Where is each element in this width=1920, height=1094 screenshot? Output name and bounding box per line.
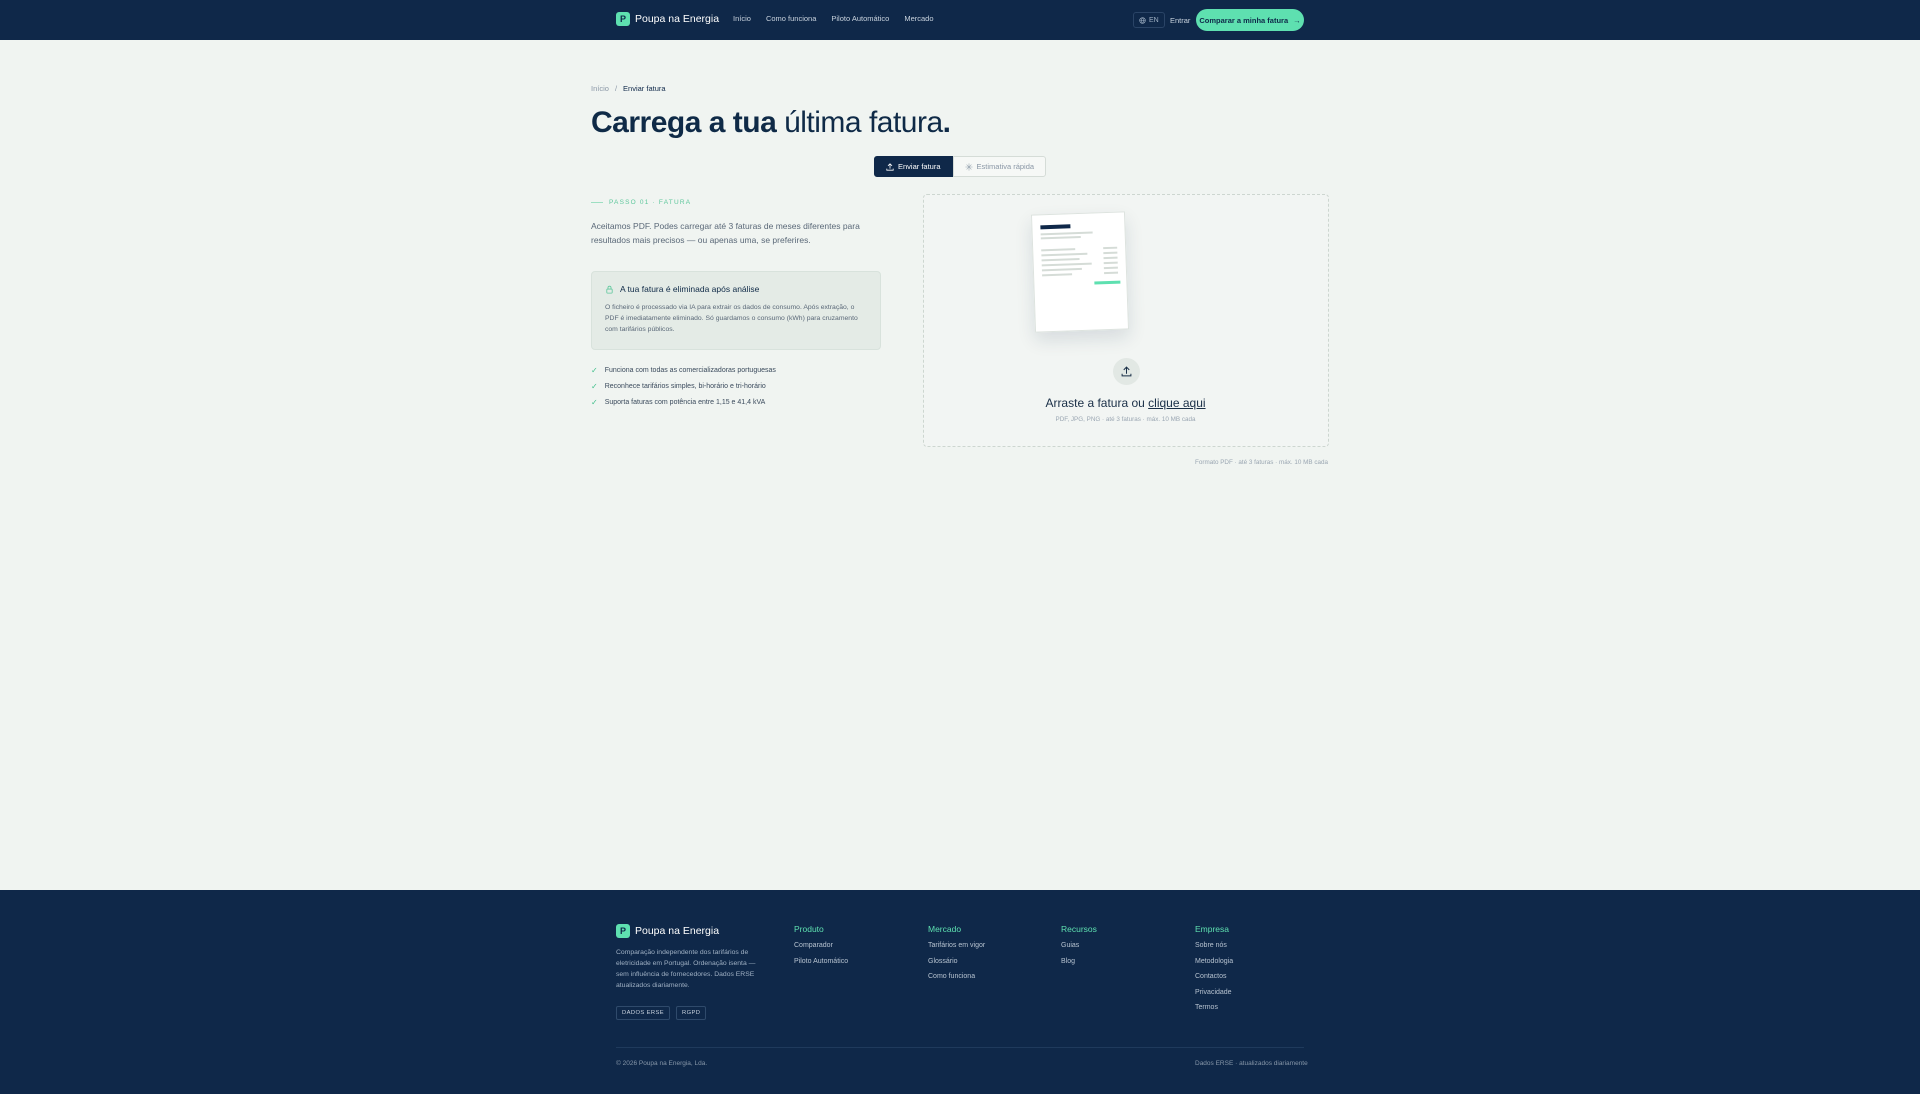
title-light: última fatura [776, 106, 943, 139]
tab-label: Estimativa rápida [976, 162, 1035, 171]
title-dot: . [942, 106, 951, 139]
badge-rgpd: RGPD [676, 1006, 707, 1020]
brand-name: Poupa na Energia [635, 13, 720, 25]
login-link[interactable]: Entrar [1170, 16, 1190, 25]
title-bold: Carrega a tua [591, 106, 777, 139]
format-note: Formato PDF · até 3 faturas · máx. 10 MB… [1195, 459, 1328, 466]
footer-divider [616, 1047, 1304, 1048]
dropzone-prompt: Arraste a fatura ou [1045, 396, 1149, 410]
badge-dados-erse: DADOS ERSE [616, 1006, 671, 1020]
step-label: PASSO 01 · FATURA [591, 199, 691, 206]
breadcrumb-separator: / [614, 84, 618, 93]
tab-enviar-fatura[interactable]: Enviar fatura [874, 156, 953, 177]
footer-col-title: Mercado [928, 924, 962, 934]
nav-item-mercado[interactable]: Mercado [904, 14, 933, 23]
upload-icon [1121, 366, 1132, 377]
footer-logo[interactable]: P Poupa na Energia [616, 924, 719, 938]
breadcrumb-home[interactable]: Início [591, 84, 609, 93]
nav-item-como-funciona[interactable]: Como funciona [766, 14, 816, 23]
check-icon: ✓ [591, 365, 598, 375]
lock-icon [606, 285, 613, 294]
list-item: ✓ Suporta faturas com potência entre 1,1… [591, 394, 776, 410]
footer-link[interactable]: Sobre nós [1195, 942, 1233, 958]
feature-text: Funciona com todas as comercializadoras … [604, 366, 776, 374]
dropzone-hint: PDF, JPG, PNG · até 3 faturas · máx. 10 … [1055, 416, 1196, 423]
upload-icon [886, 162, 894, 171]
compare-invoice-button[interactable]: Comparar a minha fatura → [1196, 9, 1304, 31]
cta-label: Comparar a minha fatura [1199, 15, 1289, 25]
footer-link[interactable]: Como funciona [928, 973, 985, 989]
logo-mark-icon: P [616, 924, 630, 938]
dropzone-text: Arraste a fatura ou clique aqui [924, 396, 1327, 410]
tab-estimativa-rapida[interactable]: Estimativa rápida [952, 156, 1047, 177]
footer-col-title: Empresa [1195, 924, 1230, 934]
globe-icon [1139, 16, 1146, 24]
footer-description: Comparação independente dos tarifários d… [616, 949, 756, 989]
tab-label: Enviar fatura [898, 162, 941, 171]
invoice-dropzone[interactable]: Arraste a fatura ou clique aqui PDF, JPG… [923, 194, 1329, 447]
main-nav: Início Como funciona Piloto Automático M… [733, 14, 934, 23]
footer: P Poupa na Energia Comparação independen… [0, 890, 1920, 1094]
step-line [591, 202, 603, 203]
list-item: ✓ Funciona com todas as comercializadora… [591, 362, 776, 378]
upload-mode-tabs: Enviar fatura Estimativa rápida [874, 156, 1047, 177]
feature-text: Suporta faturas com potência entre 1,15 … [604, 398, 766, 406]
footer-link[interactable]: Tarifários em vigor [928, 942, 985, 958]
footer-link[interactable]: Piloto Automático [794, 958, 848, 974]
language-switch[interactable]: EN [1133, 12, 1165, 28]
infobox-title: A tua fatura é eliminada após análise [620, 284, 760, 294]
infobox-body: O ficheiro é processado via IA para extr… [605, 304, 858, 333]
footer-col-title: Recursos [1061, 924, 1097, 934]
intro-text: Aceitamos PDF. Podes carregar até 3 fatu… [591, 221, 860, 245]
footer-link[interactable]: Comparador [794, 942, 848, 958]
nav-item-piloto-automatico[interactable]: Piloto Automático [831, 14, 889, 23]
footer-link[interactable]: Metodologia [1195, 958, 1233, 974]
list-item: ✓ Reconhece tarifários simples, bi-horár… [591, 378, 776, 394]
feature-text: Reconhece tarifários simples, bi-horário… [604, 382, 766, 390]
check-icon: ✓ [591, 397, 598, 407]
footer-col-empresa: Empresa Sobre nós Metodologia Contactos … [1195, 924, 1233, 1020]
copyright: © 2026 Poupa na Energia, Lda. [616, 1060, 708, 1067]
page-title: Carrega a tua última fatura. [591, 106, 951, 140]
data-source-note: Dados ERSE · atualizados diariamente [1195, 1060, 1308, 1067]
footer-col-produto: Produto Comparador Piloto Automático [794, 924, 848, 973]
footer-col-recursos: Recursos Guias Blog [1061, 924, 1097, 973]
language-label: EN [1149, 16, 1159, 24]
footer-link[interactable]: Blog [1061, 958, 1097, 974]
footer-link[interactable]: Termos [1195, 1004, 1233, 1020]
top-navbar: P Poupa na Energia Início Como funciona … [0, 0, 1920, 40]
footer-link[interactable]: Glossário [928, 958, 985, 974]
brand-logo[interactable]: P Poupa na Energia [616, 12, 719, 26]
invoice-illustration [1030, 211, 1130, 333]
step-text: PASSO 01 · FATURA [609, 199, 692, 206]
logo-mark-icon: P [616, 12, 630, 26]
breadcrumb: Início / Enviar fatura [591, 84, 666, 93]
footer-col-title: Produto [794, 924, 824, 934]
breadcrumb-current: Enviar fatura [623, 84, 666, 93]
footer-link[interactable]: Privacidade [1195, 989, 1233, 1005]
check-icon: ✓ [591, 381, 598, 391]
privacy-infobox: A tua fatura é eliminada após análise O … [591, 271, 881, 350]
footer-brand-name: Poupa na Energia [635, 925, 720, 937]
click-here-link[interactable]: clique aqui [1148, 396, 1205, 410]
arrow-right-icon: → [1293, 15, 1301, 25]
footer-link[interactable]: Guias [1061, 942, 1097, 958]
upload-button[interactable] [1113, 358, 1140, 385]
footer-col-mercado: Mercado Tarifários em vigor Glossário Co… [928, 924, 985, 989]
feature-list: ✓ Funciona com todas as comercializadora… [591, 362, 776, 410]
sparkle-icon [964, 162, 973, 171]
footer-link[interactable]: Contactos [1195, 973, 1233, 989]
footer-badges: DADOS ERSE RGPD [616, 1006, 707, 1020]
nav-item-inicio[interactable]: Início [733, 14, 751, 23]
